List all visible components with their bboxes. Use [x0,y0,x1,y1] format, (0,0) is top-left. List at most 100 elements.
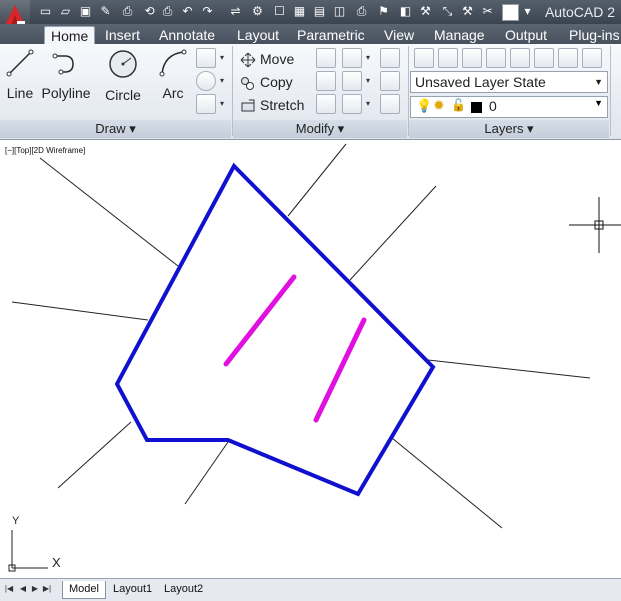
save-as-icon[interactable]: ✎ [98,4,113,19]
chevron-down-icon[interactable]: ▾ [364,49,372,67]
explode-icon[interactable] [380,71,400,91]
scale-icon[interactable] [316,94,336,114]
ribbon: Line Polyline Circle Arc ▾ ▾ ▾ Draw ▾ Mo… [0,44,621,140]
line-tool-button[interactable]: Line [4,48,36,101]
ucs-icon [8,530,48,572]
save-icon[interactable]: ▣ [78,4,93,19]
construction-line [287,143,347,217]
measure-icon[interactable]: ⚒ [418,4,433,19]
match-properties-icon[interactable]: ⇌ [228,4,243,19]
hatch-icon[interactable] [196,94,216,114]
drawing-canvas [8,143,621,572]
tab-home[interactable]: Home [44,26,96,45]
circle-label: Circle [105,87,141,103]
move-icon [240,52,256,68]
offset-icon[interactable] [380,94,400,114]
chevron-down-icon[interactable]: ▾ [218,72,226,90]
layer-state-dropdown[interactable]: Unsaved Layer State ▼ [410,71,608,93]
move-label: Move [260,51,295,67]
layer-icon[interactable] [462,48,482,68]
erase-icon[interactable] [380,48,400,68]
last-tab-icon[interactable]: ▶| [42,583,52,595]
mirror-icon[interactable] [316,71,336,91]
construction-line [39,157,179,267]
layer-icon[interactable] [558,48,578,68]
print-icon[interactable]: ⎙ [160,4,175,19]
color-swatch-icon[interactable] [502,4,519,21]
tab-plug-ins[interactable]: Plug-ins [563,26,621,44]
tool-icon[interactable]: ⚒ [460,4,475,19]
layer-state-value: Unsaved Layer State [415,74,546,90]
tool-icon[interactable]: ⤡ [440,4,455,19]
chevron-down-icon[interactable]: ▾ [364,95,372,113]
construction-line [349,185,437,281]
rectangle-icon[interactable] [196,48,216,68]
properties-icon[interactable]: ⚙ [250,4,265,19]
layer-icon[interactable] [582,48,602,68]
sun-icon: ✹ [433,97,445,113]
magenta-line[interactable] [223,274,297,367]
workspace-icon[interactable]: ⚑ [376,4,391,19]
tool-icon[interactable]: ✂ [480,4,495,19]
layer-dropdown[interactable]: 💡 ✹ 🔓 0 ▼ [410,96,608,118]
tool-icon[interactable]: ▤ [312,4,327,19]
tab-model[interactable]: Model [62,581,106,599]
modify-panel-title[interactable]: Modify ▾ [233,120,407,138]
chevron-down-icon[interactable]: ▾ [218,49,226,67]
array-icon[interactable] [342,94,362,114]
chevron-down-icon[interactable]: ▾ [218,95,226,113]
customize-icon[interactable]: ▾ [520,4,535,19]
layer-icon[interactable] [486,48,506,68]
fillet-icon[interactable] [342,71,362,91]
open-icon[interactable]: ▱ [58,4,73,19]
first-tab-icon[interactable]: |◀ [4,583,14,595]
undo-icon[interactable]: ⟲ [142,4,157,19]
quick-calc-icon[interactable]: ▦ [292,4,307,19]
undo-icon[interactable]: ↶ [180,4,195,19]
polyline-tool-button[interactable]: Polyline [40,48,92,101]
tab-annotate[interactable]: Annotate [153,26,221,44]
drawing-viewport[interactable]: [−][Top][2D Wireframe] Y X [0,142,621,578]
arc-icon [159,49,187,77]
redo-icon[interactable]: ↷ [200,4,215,19]
layer-properties-icon[interactable] [414,48,434,68]
tab-manage[interactable]: Manage [428,26,491,44]
arc-tool-button[interactable]: Arc [156,48,190,101]
tab-layout[interactable]: Layout [231,26,285,44]
tab-parametric[interactable]: Parametric [291,26,371,44]
clean-screen-icon[interactable]: ◫ [332,4,347,19]
polyline-label: Polyline [41,85,91,101]
line-label: Line [6,85,34,101]
tab-layout2[interactable]: Layout2 [158,581,209,598]
layers-panel-title[interactable]: Layers ▾ [409,120,609,138]
next-tab-icon[interactable]: ▶ [30,583,40,595]
print-icon[interactable]: ⎙ [354,4,369,19]
tab-layout1[interactable]: Layout1 [107,581,158,598]
new-icon[interactable]: ▭ [38,4,53,19]
tab-output[interactable]: Output [499,26,553,44]
layer-icon[interactable] [510,48,530,68]
rotate-icon[interactable] [316,48,336,68]
chevron-down-icon[interactable]: ▾ [364,72,372,90]
stretch-icon [240,98,256,114]
tab-view[interactable]: View [378,26,420,44]
blue-polyline-shape[interactable] [114,162,436,497]
layer-icon[interactable] [438,48,458,68]
layer-icon[interactable] [534,48,554,68]
panel-divider [610,46,611,136]
move-button[interactable]: Move [240,49,294,69]
layer-icon[interactable]: ☐ [272,4,287,19]
circle-tool-button[interactable]: Circle [104,48,142,103]
plot-icon[interactable]: ⎙ [120,4,135,19]
copy-button[interactable]: Copy [240,72,293,92]
previous-tab-icon[interactable]: ◀ [18,583,28,595]
stretch-button[interactable]: Stretch [240,95,304,115]
trim-icon[interactable] [342,48,362,68]
ellipse-icon[interactable] [196,71,216,91]
chevron-down-icon: ▼ [594,77,603,87]
magenta-line[interactable] [313,317,367,423]
layout-tab-bar: |◀ ◀ ▶ ▶| Model Layout1 Layout2 [0,578,621,601]
tab-insert[interactable]: Insert [99,26,146,44]
options-icon[interactable]: ◧ [398,4,413,19]
draw-panel-title[interactable]: Draw ▾ [0,120,231,138]
